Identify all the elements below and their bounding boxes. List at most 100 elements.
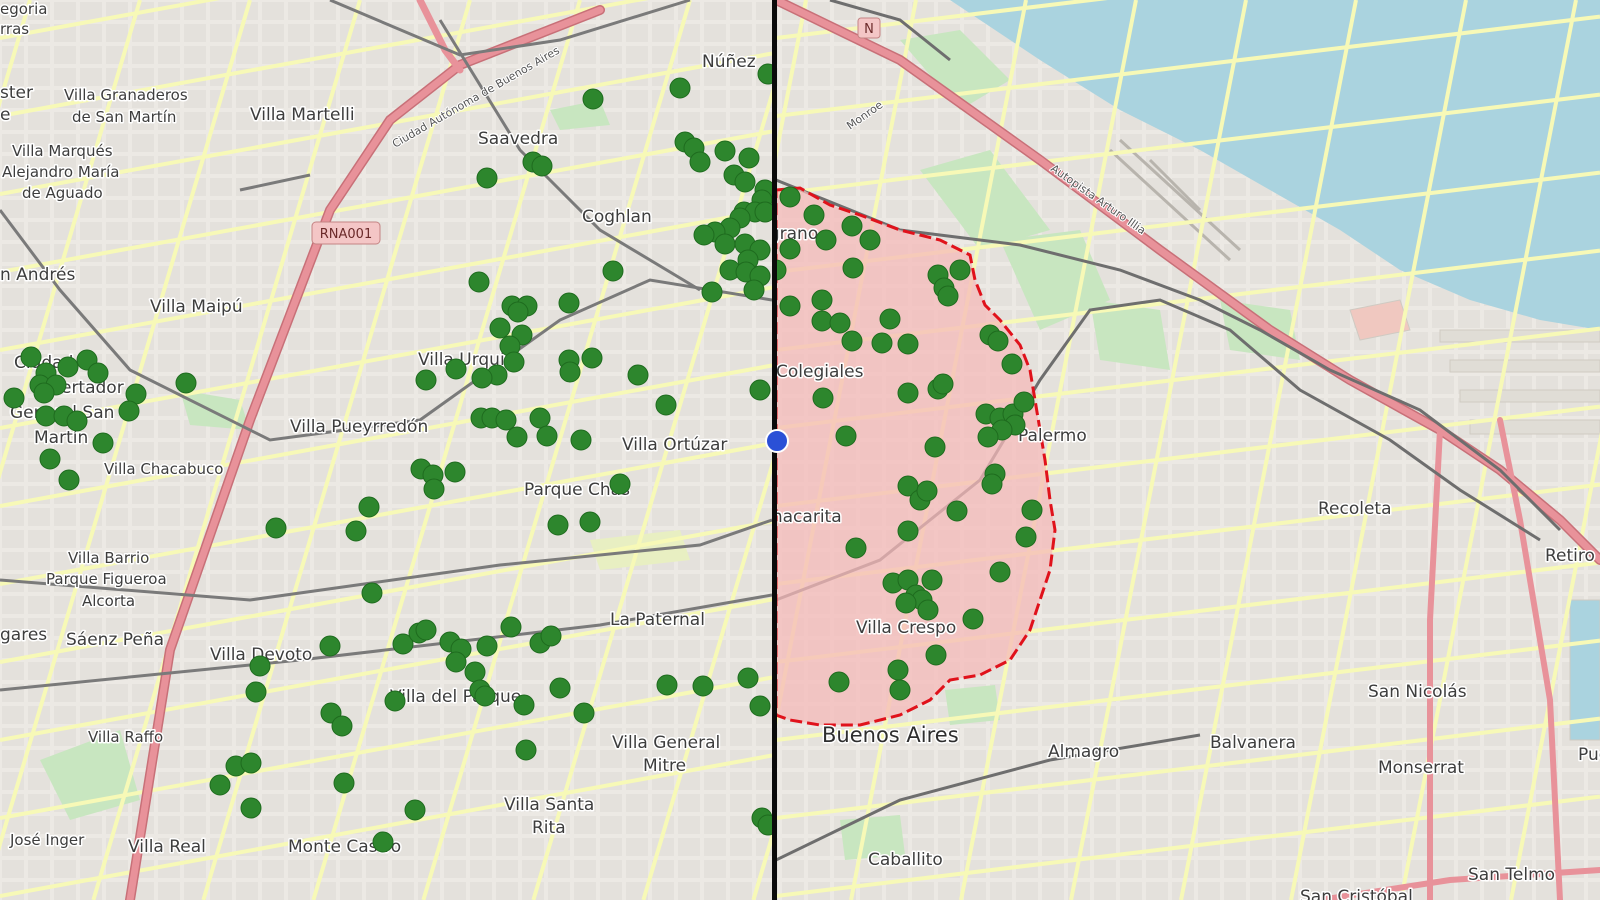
location-marker[interactable] (841, 330, 863, 352)
location-marker[interactable] (549, 677, 571, 699)
location-marker[interactable] (39, 448, 61, 470)
location-marker[interactable] (249, 655, 271, 677)
location-marker[interactable] (384, 690, 406, 712)
location-marker[interactable] (1015, 526, 1037, 548)
location-marker[interactable] (358, 496, 380, 518)
location-marker[interactable] (701, 281, 723, 303)
location-marker[interactable] (897, 382, 919, 404)
location-marker[interactable] (245, 681, 267, 703)
location-marker[interactable] (692, 675, 714, 697)
location-marker[interactable] (372, 831, 394, 853)
location-marker[interactable] (627, 364, 649, 386)
location-marker[interactable] (240, 797, 262, 819)
location-marker[interactable] (474, 685, 496, 707)
location-marker[interactable] (559, 361, 581, 383)
location-marker[interactable] (1001, 353, 1023, 375)
location-marker[interactable] (87, 362, 109, 384)
location-marker[interactable] (693, 224, 715, 246)
location-marker[interactable] (841, 215, 863, 237)
location-marker[interactable] (937, 285, 959, 307)
location-marker[interactable] (529, 407, 551, 429)
location-marker[interactable] (962, 608, 984, 630)
location-marker[interactable] (916, 480, 938, 502)
location-marker[interactable] (829, 312, 851, 334)
location-marker[interactable] (423, 478, 445, 500)
location-marker[interactable] (737, 667, 759, 689)
location-marker[interactable] (536, 425, 558, 447)
location-marker[interactable] (35, 405, 57, 427)
location-marker[interactable] (859, 229, 881, 251)
location-marker[interactable] (895, 592, 917, 614)
location-marker[interactable] (981, 473, 1003, 495)
location-marker[interactable] (924, 436, 946, 458)
location-marker[interactable] (57, 356, 79, 378)
location-marker[interactable] (917, 599, 939, 621)
location-marker[interactable] (33, 382, 55, 404)
location-marker[interactable] (1013, 391, 1035, 413)
location-marker[interactable] (503, 351, 525, 373)
location-marker[interactable] (558, 292, 580, 314)
location-marker[interactable] (738, 147, 760, 169)
location-marker[interactable] (240, 752, 262, 774)
location-marker[interactable] (779, 238, 801, 260)
location-marker[interactable] (734, 171, 756, 193)
location-marker[interactable] (507, 301, 529, 323)
location-marker[interactable] (58, 469, 80, 491)
location-marker[interactable] (897, 520, 919, 542)
location-marker[interactable] (361, 582, 383, 604)
location-marker[interactable] (582, 88, 604, 110)
location-marker[interactable] (415, 369, 437, 391)
location-marker[interactable] (842, 257, 864, 279)
location-marker[interactable] (714, 140, 736, 162)
location-marker[interactable] (989, 561, 1011, 583)
location-marker[interactable] (445, 651, 467, 673)
location-marker[interactable] (779, 295, 801, 317)
location-marker[interactable] (345, 520, 367, 542)
location-marker[interactable] (871, 332, 893, 354)
location-marker[interactable] (581, 347, 603, 369)
location-marker[interactable] (265, 517, 287, 539)
location-marker[interactable] (476, 635, 498, 657)
location-marker[interactable] (415, 619, 437, 641)
location-marker[interactable] (946, 500, 968, 522)
location-marker[interactable] (897, 333, 919, 355)
location-marker[interactable] (209, 774, 231, 796)
location-marker[interactable] (464, 661, 486, 683)
location-marker[interactable] (118, 400, 140, 422)
location-marker[interactable] (515, 739, 537, 761)
location-marker[interactable] (20, 346, 42, 368)
location-marker[interactable] (3, 387, 25, 409)
location-marker[interactable] (602, 260, 624, 282)
location-marker[interactable] (812, 387, 834, 409)
location-marker[interactable] (495, 409, 517, 431)
location-marker[interactable] (845, 537, 867, 559)
location-marker[interactable] (404, 799, 426, 821)
location-marker[interactable] (828, 671, 850, 693)
location-marker[interactable] (609, 473, 631, 495)
location-marker[interactable] (977, 426, 999, 448)
location-marker[interactable] (444, 461, 466, 483)
location-marker[interactable] (468, 271, 490, 293)
location-marker[interactable] (932, 373, 954, 395)
location-marker[interactable] (879, 308, 901, 330)
current-location-marker[interactable] (765, 429, 789, 453)
location-marker[interactable] (743, 279, 765, 301)
location-marker[interactable] (471, 367, 493, 389)
location-marker[interactable] (489, 317, 511, 339)
location-marker[interactable] (714, 233, 736, 255)
location-marker[interactable] (921, 569, 943, 591)
location-marker[interactable] (540, 625, 562, 647)
location-marker[interactable] (835, 425, 857, 447)
location-marker[interactable] (570, 429, 592, 451)
location-marker[interactable] (547, 514, 569, 536)
location-marker[interactable] (803, 204, 825, 226)
location-marker[interactable] (331, 715, 353, 737)
location-marker[interactable] (889, 679, 911, 701)
location-marker[interactable] (749, 695, 771, 717)
location-marker[interactable] (811, 310, 833, 332)
location-marker[interactable] (476, 167, 498, 189)
location-marker[interactable] (531, 155, 553, 177)
location-marker[interactable] (749, 379, 771, 401)
location-marker[interactable] (92, 432, 114, 454)
location-marker[interactable] (175, 372, 197, 394)
